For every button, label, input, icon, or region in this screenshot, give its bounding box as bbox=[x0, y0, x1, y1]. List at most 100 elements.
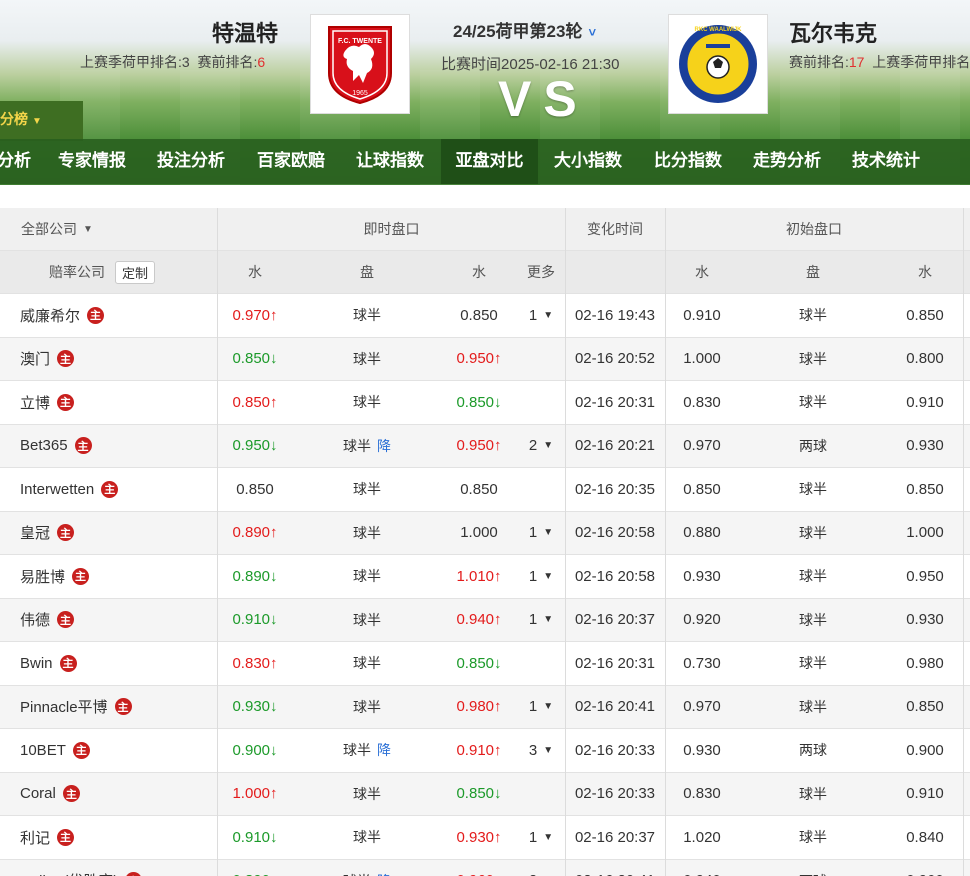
company-name[interactable]: Pinnacle平博主 bbox=[20, 686, 132, 729]
live-water-home[interactable]: 0.850↑ bbox=[218, 381, 292, 424]
away-team-name[interactable]: 瓦尔韦克 bbox=[789, 16, 877, 48]
live-water-home[interactable]: 0.910↓ bbox=[218, 816, 292, 859]
live-water-home[interactable]: 0.890↓ bbox=[218, 555, 292, 598]
live-handicap[interactable]: 球半 bbox=[330, 555, 404, 598]
table-row[interactable]: Coral 主 1.000↑ 球半 0.850↓ 02-16 20:33 0.830 球半 0.… bbox=[0, 772, 970, 816]
live-water-away[interactable]: 0.980↑ bbox=[442, 686, 516, 729]
live-water-home[interactable]: 0.930↓ bbox=[218, 686, 292, 729]
live-water-away[interactable]: 0.850↓ bbox=[442, 381, 516, 424]
nav-tab[interactable]: 大小指数 bbox=[548, 139, 628, 184]
live-handicap[interactable]: 球半 bbox=[330, 338, 404, 381]
more-dropdown[interactable]: 3 ▼ bbox=[519, 729, 563, 772]
nav-tab[interactable]: 技术统计 bbox=[846, 139, 926, 184]
standings-dropdown[interactable]: 分榜 ▼ bbox=[0, 101, 83, 141]
table-row[interactable]: 伟德主 0.910↓ 球半 0.940↑ 1 ▼ 02-16 20:37 0.920 球半 0.9… bbox=[0, 598, 970, 642]
home-team-name[interactable]: 特温特 bbox=[212, 16, 278, 48]
table-row[interactable]: 皇冠主 0.890↑ 球半 1.000 1 ▼ 02-16 20:58 0.880 球半 1.00… bbox=[0, 511, 970, 555]
table-row[interactable]: 利记主 0.910↓ 球半 0.930↑ 1 ▼ 02-16 20:37 1.020 球半 0.8… bbox=[0, 816, 970, 860]
company-name[interactable]: 威廉希尔主 bbox=[20, 294, 105, 337]
table-row[interactable]: Unibet(优胜客) 主 0.890↓ 球半 降 0.960↑2▼02-16 20:41… bbox=[0, 859, 970, 876]
customize-button[interactable]: 定制 bbox=[115, 260, 156, 284]
table-row[interactable]: Interwetten 主 0.850 球半 0.850 02-16 20:35 0.850… bbox=[0, 468, 970, 512]
live-handicap[interactable]: 球半降 bbox=[330, 425, 404, 468]
table-group-header: 全部公司 ▼ 即时盘口 变化时间 初始盘口 bbox=[0, 208, 970, 251]
handicap-value: 球半 bbox=[353, 481, 381, 498]
table-row[interactable]: 澳门主 0.850↓ 球半 0.950↑ 02-16 20:52 1.000 球半 0.800 bbox=[0, 337, 970, 381]
live-water-away[interactable]: 0.850 bbox=[442, 468, 516, 511]
live-water-away[interactable]: 0.850 bbox=[442, 294, 516, 337]
company-name[interactable]: 利记主 bbox=[20, 816, 75, 859]
nav-tab[interactable]: 分析 bbox=[0, 139, 34, 184]
live-water-away[interactable]: 1.010↑ bbox=[442, 555, 516, 598]
company-name[interactable]: Unibet(优胜客) 主 bbox=[20, 860, 143, 876]
more-dropdown[interactable]: 2▼ bbox=[519, 425, 563, 468]
live-handicap[interactable]: 球半 bbox=[330, 294, 404, 337]
table-row[interactable]: Pinnacle平博主 0.930↓ 球半 0.980↑ 1 ▼ 02-16 20:41 0.… bbox=[0, 685, 970, 729]
table-row[interactable]: 易胜博主 0.890↓ 球半 1.010↑ 1 ▼ 02-16 20:58 0.930 球半 0.… bbox=[0, 555, 970, 599]
live-handicap[interactable]: 球半 bbox=[330, 642, 404, 685]
live-handicap[interactable]: 球半 bbox=[330, 816, 404, 859]
company-name[interactable]: 皇冠主 bbox=[20, 512, 75, 555]
live-water-home[interactable]: 0.950↓ bbox=[218, 425, 292, 468]
more-dropdown[interactable]: 1 ▼ bbox=[519, 294, 563, 337]
live-water-home[interactable]: 0.890↓ bbox=[218, 860, 292, 876]
live-water-away[interactable]: 0.960↑ bbox=[442, 860, 516, 876]
home-team-logo[interactable]: F.C. TWENTE 1965 bbox=[310, 14, 410, 114]
company-name[interactable]: Coral 主 bbox=[20, 773, 80, 816]
live-handicap[interactable]: 球半降 bbox=[330, 729, 404, 772]
live-water-home[interactable]: 0.830↑ bbox=[218, 642, 292, 685]
company-name[interactable]: 立博主 bbox=[20, 381, 75, 424]
live-water-away[interactable]: 0.850↓ bbox=[442, 773, 516, 816]
table-row[interactable]: 10BET 主 0.900↓ 球半降 0.910↑ 3 ▼ 02-16 20:33 0.930 两… bbox=[0, 729, 970, 773]
nav-tab[interactable]: 比分指数 bbox=[648, 139, 728, 184]
live-handicap[interactable]: 球半 bbox=[330, 686, 404, 729]
company-name[interactable]: 澳门主 bbox=[20, 338, 75, 381]
more-dropdown[interactable]: 2▼ bbox=[519, 860, 563, 876]
change-time: 02-16 20:52 bbox=[574, 350, 656, 368]
live-handicap[interactable]: 球半 bbox=[330, 773, 404, 816]
company-name[interactable]: Bet365 主 bbox=[20, 425, 92, 468]
more-dropdown[interactable]: 1 ▼ bbox=[519, 512, 563, 555]
live-handicap[interactable]: 球半 bbox=[330, 381, 404, 424]
live-water-home[interactable]: 0.900↓ bbox=[218, 729, 292, 772]
company-name[interactable]: 10BET 主 bbox=[20, 729, 90, 772]
table-row[interactable]: Bet365 主 0.950↓ 球半降 0.950↑ 2 ▼ 02-16 20:21 0.970… bbox=[0, 424, 970, 468]
more-dropdown[interactable]: 1 ▼ bbox=[519, 555, 563, 598]
nav-tab[interactable]: 让球指数 bbox=[350, 139, 430, 184]
nav-tab[interactable]: 专家情报 bbox=[52, 139, 132, 184]
more-dropdown[interactable]: 1 ▼ bbox=[519, 686, 563, 729]
table-row[interactable]: 威廉希尔主 0.970↑ 球半 0.850 1 ▼ 02-16 19:43 0.910 球半 0.… bbox=[0, 294, 970, 338]
nav-tab[interactable]: 百家欧赔 bbox=[251, 139, 331, 184]
live-water-away[interactable]: 0.910↑ bbox=[442, 729, 516, 772]
live-handicap[interactable]: 球半降 bbox=[330, 860, 404, 876]
company-name[interactable]: 伟德主 bbox=[20, 599, 75, 642]
nav-tab[interactable]: 亚盘对比 bbox=[441, 139, 538, 184]
away-team-logo[interactable]: RKC WAALWIJK bbox=[668, 14, 768, 114]
more-dropdown[interactable]: 1 ▼ bbox=[519, 599, 563, 642]
live-handicap[interactable]: 球半 bbox=[330, 512, 404, 555]
company-name[interactable]: 易胜博主 bbox=[20, 555, 90, 598]
table-row[interactable]: 立博主 0.850↑ 球半 0.850↓ 02-16 20:31 0.830 球半 0.910 bbox=[0, 381, 970, 425]
nav-tab[interactable]: 走势分析 bbox=[747, 139, 827, 184]
live-water-away[interactable]: 0.850↓ bbox=[442, 642, 516, 685]
live-water-away[interactable]: 0.930↑ bbox=[442, 816, 516, 859]
nav-tab[interactable]: 投注分析 bbox=[151, 139, 231, 184]
live-water-home[interactable]: 0.850↓ bbox=[218, 338, 292, 381]
table-row[interactable]: Bwin 主 0.830↑ 球半 0.850↓ 02-16 20:31 0.730 球半 0.9… bbox=[0, 642, 970, 686]
company-name[interactable]: Interwetten 主 bbox=[20, 468, 119, 511]
round-selector[interactable]: 24/25荷甲第23轮 ˅ bbox=[453, 17, 596, 42]
live-water-home[interactable]: 0.890↑ bbox=[218, 512, 292, 555]
live-handicap[interactable]: 球半 bbox=[330, 468, 404, 511]
company-filter[interactable]: 全部公司 ▼ bbox=[21, 208, 93, 250]
live-water-away[interactable]: 0.950↑ bbox=[442, 338, 516, 381]
live-water-home[interactable]: 0.910↓ bbox=[218, 599, 292, 642]
company-name[interactable]: Bwin 主 bbox=[20, 642, 77, 685]
live-water-home[interactable]: 0.970↑ bbox=[218, 294, 292, 337]
live-water-home[interactable]: 0.850 bbox=[218, 468, 292, 511]
live-handicap[interactable]: 球半 bbox=[330, 599, 404, 642]
live-water-away[interactable]: 0.950↑ bbox=[442, 425, 516, 468]
live-water-home[interactable]: 1.000↑ bbox=[218, 773, 292, 816]
live-water-away[interactable]: 0.940↑ bbox=[442, 599, 516, 642]
live-water-away[interactable]: 1.000 bbox=[442, 512, 516, 555]
more-dropdown[interactable]: 1 ▼ bbox=[519, 816, 563, 859]
